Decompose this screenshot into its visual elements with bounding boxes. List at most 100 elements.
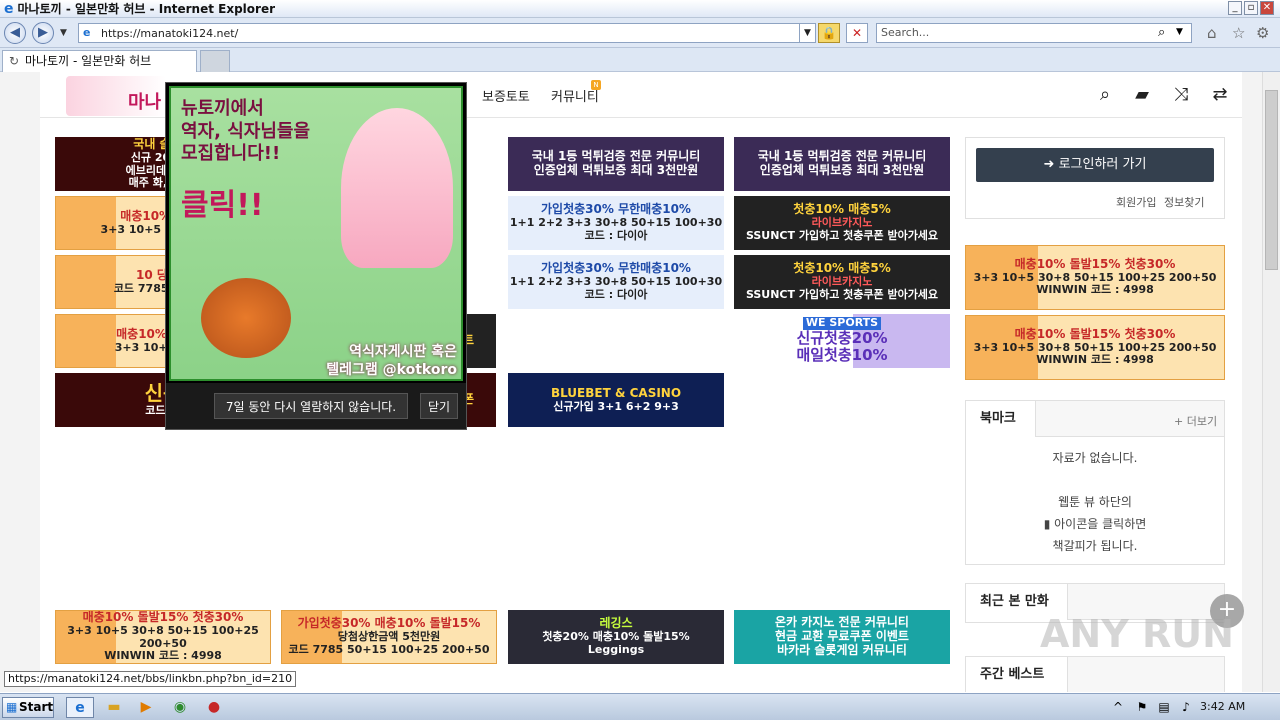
banner-text: 코드 : 다이아 (584, 228, 648, 242)
minimize-button[interactable]: _ (1228, 1, 1242, 15)
banner-text: 매일첫충10% (796, 346, 888, 365)
banner-text: 코드 7785 50+15 100+25 200+50 (288, 642, 490, 656)
media-player-icon[interactable]: ▶ (134, 697, 158, 718)
banner-text: 인증업체 먹튀보증 최대 3천만원 (533, 163, 699, 177)
address-dropdown-icon[interactable]: ▼ (799, 24, 815, 42)
more-link[interactable]: + 더보기 (1174, 413, 1217, 429)
banner-verification[interactable]: 국내 1등 먹튀검증 전문 커뮤니티 인증업체 먹튀보증 최대 3천만원 (734, 137, 950, 191)
antivirus-icon[interactable]: ● (202, 697, 226, 718)
address-text: https://manatoki124.net/ (101, 26, 239, 40)
dont-show-7days-button[interactable]: 7일 동안 다시 열람하지 않습니다. (214, 393, 408, 419)
stop-icon[interactable]: ✕ (846, 23, 868, 43)
address-bar[interactable]: e https://manatoki124.net/ ▼ (78, 23, 816, 43)
side-banner-winwin[interactable]: 매충10% 돌발15% 첫충30% 3+3 10+5 30+8 50+15 10… (965, 315, 1225, 380)
pumpkin-icon (201, 278, 291, 358)
banner-text: 라이브카지노 (811, 275, 873, 289)
popup-footer-1: 역식자게시판 혹은 (349, 344, 457, 360)
banner-text: WINWIN 코드 : 4998 (1036, 353, 1154, 367)
bookmark-hint-2: ▮ 아이콘을 클릭하면 (966, 515, 1224, 532)
settings-gear-icon[interactable]: ⚙ (1256, 24, 1269, 42)
maximize-button[interactable]: ▫ (1244, 1, 1258, 15)
popup-line-1: 뉴토끼에서 (181, 98, 264, 119)
browser-nav-bar: ◀ ▶ ▼ e https://manatoki124.net/ ▼ 🔒 ✕ S… (0, 18, 1280, 48)
forward-icon[interactable]: ▶ (32, 22, 54, 44)
scrollbar-thumb[interactable] (1265, 90, 1278, 270)
banner-winwin[interactable]: 매충10% 돌발15% 첫충30% 3+3 10+5 30+8 50+15 10… (55, 610, 271, 664)
side-banner-winwin[interactable]: 매충10% 돌발15% 첫충30% 3+3 10+5 30+8 50+15 10… (965, 245, 1225, 310)
banner-text: 바카라 슬롯게임 커뮤니티 (777, 642, 907, 657)
home-icon[interactable]: ⌂ (1207, 24, 1217, 42)
banner-text: 라이브카지노 (811, 216, 873, 230)
swap-icon[interactable]: ⇄ (1207, 82, 1233, 108)
page-scrollbar[interactable] (1262, 72, 1280, 692)
find-info-link[interactable]: 정보찾기 (1164, 194, 1204, 210)
popup-image[interactable]: 뉴토끼에서 역자, 식자님들을 모집합니다!! 클릭!! 역식자게시판 혹은 텔… (169, 86, 463, 381)
banner-text: 신규첫충20% (796, 329, 888, 348)
banner-text: 신규가입 3+1 6+2 9+3 (553, 399, 679, 413)
site-logo[interactable]: 마나 (66, 76, 166, 116)
banner-text: 매충10% 돌발15% 첫충30% (1014, 256, 1176, 271)
folder-icon[interactable]: ▰ (1129, 82, 1155, 108)
banner-text: 매충10% 돌발15% 첫충30% (82, 610, 244, 625)
nav-item-guarantee[interactable]: 보증토토 (482, 86, 530, 105)
tab-weekly-best[interactable]: 주간 베스트 (966, 657, 1068, 692)
start-label: Start (19, 700, 54, 714)
search-input[interactable]: Search... (876, 23, 1192, 43)
lock-icon[interactable]: 🔒 (818, 23, 840, 43)
volume-icon[interactable]: ♪ (1174, 697, 1198, 718)
banner-wesports[interactable]: WE SPORTS 신규첫충20% 매일첫충10% (734, 314, 950, 368)
windows-logo-icon: ▦ (6, 700, 18, 714)
popup-footer: 7일 동안 다시 열람하지 않습니다. 닫기 (166, 383, 466, 429)
search-icon[interactable]: ⌕ (1158, 25, 1165, 40)
logo-text: 마나 (128, 92, 162, 113)
bookmark-panel: 북마크 + 더보기 자료가 없습니다. 웹툰 뷰 하단의 ▮ 아이콘을 클릭하면… (965, 400, 1225, 565)
shuffle-icon[interactable]: ⤨ (1168, 82, 1194, 108)
favorites-icon[interactable]: ☆ (1232, 24, 1245, 42)
tab-bookmark[interactable]: 북마크 (966, 401, 1036, 437)
banner-text: 당첨상한금액 5천만원 (337, 630, 441, 644)
popup-close-button[interactable]: 닫기 (420, 393, 458, 419)
popup-click-text: 클릭!! (181, 188, 264, 223)
login-button[interactable]: ➜ 로그인하러 가기 (976, 148, 1214, 182)
banner-betfair[interactable]: 가입첫충30% 무한매충10% 1+1 2+2 3+3 30+8 50+15 1… (508, 255, 724, 309)
start-button[interactable]: ▦ Start (2, 697, 54, 718)
popup-line-2: 역자, 식자님들을 (181, 120, 311, 142)
explorer-taskbar-icon[interactable]: ▬ (102, 697, 126, 718)
banner-leggings[interactable]: 레깅스 첫충20% 매충10% 돌발15% Leggings (508, 610, 724, 664)
banner-ssunct[interactable]: 첫충10% 매충5% 라이브카지노 SSUNCT 가입하고 첫충쿠폰 받아가세요 (734, 196, 950, 250)
popup-headline: 뉴토끼에서 역자, 식자님들을 모집합니다!! (181, 98, 310, 166)
banner-onca[interactable]: 온카 카지노 전문 커뮤니티 현금 교환 무료쿠폰 이벤트 바카라 슬롯게임 커… (734, 610, 950, 664)
back-icon[interactable]: ◀ (4, 22, 26, 44)
popup-footer-text: 역식자게시판 혹은 텔레그램 @kotkoro (326, 344, 457, 379)
notification-chevron-icon[interactable]: ^ (1106, 697, 1130, 718)
banner-verification[interactable]: 국내 1등 먹튀검증 전문 커뮤니티 인증업체 먹튀보증 최대 3천만원 (508, 137, 724, 191)
banner-text: BLUEBET & CASINO (550, 385, 682, 400)
signup-link[interactable]: 회원가입 (1116, 194, 1156, 210)
history-dropdown-icon[interactable]: ▼ (60, 28, 67, 38)
popup-footer-2: 텔레그램 @kotkoro (326, 361, 457, 378)
banner-text: 1+1 2+2 3+3 30+8 50+15 100+30 (509, 216, 723, 230)
banner-ssunct[interactable]: 첫충10% 매충5% 라이브카지노 SSUNCT 가입하고 첫충쿠폰 받아가세요 (734, 255, 950, 309)
search-dropdown-icon[interactable]: ▼ (1176, 27, 1183, 37)
chrome-icon[interactable]: ◉ (168, 697, 192, 718)
banner-text: 국내 1등 먹튀검증 전문 커뮤니티 (531, 149, 701, 164)
banner-7785[interactable]: 가입첫충30% 매충10% 돌발15% 당첨상한금액 5천만원 코드 7785 … (281, 610, 497, 664)
bookmark-icon: ▮ (1043, 517, 1055, 531)
new-tab-button[interactable] (200, 50, 230, 72)
browser-tab-active[interactable]: ↻ 마나토끼 - 일본만화 허브 (2, 50, 197, 72)
bookmark-hint-3: 책갈피가 됩니다. (1052, 539, 1138, 553)
browser-tab-row: ↻ 마나토끼 - 일본만화 허브 (0, 48, 1280, 72)
login-button-label: 로그인하러 가기 (1058, 157, 1147, 172)
ie-taskbar-icon[interactable]: e (66, 697, 94, 718)
banner-text: 현금 교환 무료쿠폰 이벤트 (775, 629, 909, 644)
banner-betfair[interactable]: 가입첫충30% 무한매충10% 1+1 2+2 3+3 30+8 50+15 1… (508, 196, 724, 250)
banner-text: 가입첫충30% 무한매충10% (541, 202, 691, 217)
tray-flag-icon[interactable]: ⚑ (1130, 697, 1154, 718)
close-button[interactable]: ✕ (1260, 1, 1274, 15)
search-icon[interactable]: ⌕ (1092, 82, 1118, 108)
banner-text: WINWIN 코드 : 4998 (1036, 283, 1154, 297)
banner-bluebet[interactable]: BLUEBET & CASINO 신규가입 3+1 6+2 9+3 (508, 373, 724, 427)
network-icon[interactable]: ▤ (1152, 697, 1176, 718)
login-panel: ➜ 로그인하러 가기 회원가입 정보찾기 (965, 137, 1225, 219)
status-url: https://manatoki124.net/bbs/linkbn.php?b… (4, 671, 297, 687)
